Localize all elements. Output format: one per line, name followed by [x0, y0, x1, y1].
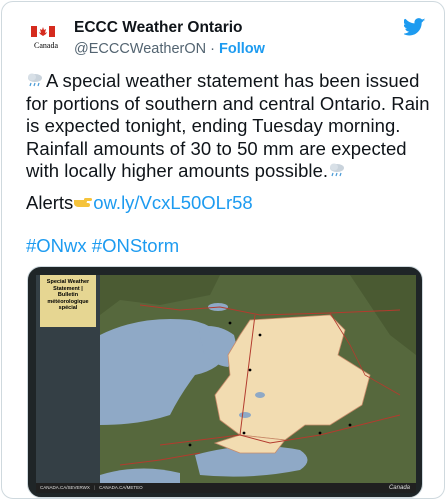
cloud-rain-icon [26, 71, 44, 87]
hashtags[interactable]: #ONwx #ONStorm [26, 235, 179, 257]
map-side-panel: Special Weather Statement | Bulletin mét… [36, 275, 100, 483]
footer-link-meteo: CANADA.CA/METEO [99, 485, 143, 490]
alerts-link[interactable]: ow.ly/VcxL50OLr58 [93, 192, 252, 213]
separator: · [210, 41, 215, 57]
tweet-body: A special weather statement has been iss… [26, 70, 430, 183]
tweet-card: Canada ECCC Weather Ontario @ECCCWeather… [1, 1, 445, 499]
follow-button[interactable]: Follow [219, 41, 265, 57]
cloud-rain-icon [328, 161, 346, 177]
handle-row: @ECCCWeatherON · Follow [74, 39, 265, 59]
canada-wordmark: Canada [388, 485, 410, 491]
twitter-bird-icon[interactable] [402, 18, 426, 36]
svg-text:Canada: Canada [34, 41, 58, 50]
pointing-hand-icon [73, 192, 93, 207]
account-handle[interactable]: @ECCCWeatherON [74, 41, 206, 57]
footer-link-severwx: CANADA.CA/SEVERWX [40, 485, 90, 490]
ontario-map [100, 275, 416, 485]
alerts-label: Alerts [26, 192, 74, 213]
alerts-line: Alerts ow.ly/VcxL50OLr58 [26, 192, 253, 214]
map-footer-bar: CANADA.CA/SEVERWX | CANADA.CA/METEO Canada [36, 483, 416, 493]
avatar[interactable]: Canada [25, 16, 67, 58]
display-name[interactable]: ECCC Weather Ontario [74, 18, 265, 37]
tweet-header: Canada ECCC Weather Ontario @ECCCWeather… [2, 2, 444, 62]
tweet-text: A special weather statement has been iss… [26, 70, 430, 181]
statement-line: Special Weather [46, 279, 90, 285]
statement-label-box: Special Weather Statement | Bulletin mét… [40, 275, 96, 327]
canada-flag-icon: Canada [25, 16, 67, 58]
statement-line: spécial [58, 305, 78, 311]
account-names: ECCC Weather Ontario @ECCCWeatherON · Fo… [74, 18, 265, 59]
tweet-media-map[interactable]: Special Weather Statement | Bulletin mét… [27, 266, 423, 498]
